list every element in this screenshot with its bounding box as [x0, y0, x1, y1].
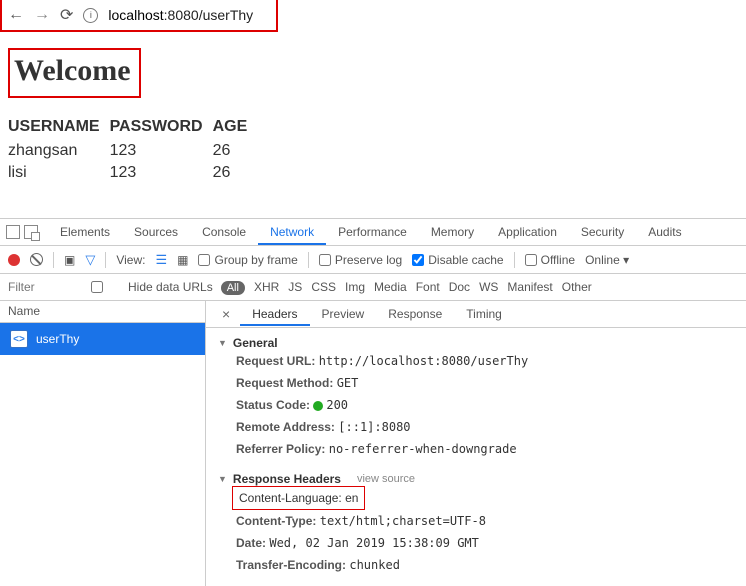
network-filter-bar: Hide data URLs All XHR JS CSS Img Media Font Do… — [0, 274, 746, 301]
header-row: Status Code: 200 — [218, 394, 734, 416]
device-icon[interactable] — [24, 225, 38, 239]
separator — [105, 252, 106, 268]
filter-type-font[interactable]: Font — [416, 280, 440, 294]
tab-audits[interactable]: Audits — [636, 219, 693, 245]
tab-network[interactable]: Network — [258, 219, 326, 245]
offline-checkbox[interactable]: Offline — [525, 253, 575, 267]
details-tab-timing[interactable]: Timing — [454, 302, 514, 326]
tab-elements[interactable]: Elements — [48, 219, 122, 245]
status-dot-icon — [313, 401, 323, 411]
filter-type-img[interactable]: Img — [345, 280, 365, 294]
column-header: PASSWORD — [110, 116, 213, 140]
header-row: Referrer Policy: no-referrer-when-downgr… — [218, 438, 734, 460]
request-list: Name <> userThy — [0, 301, 206, 586]
filter-type-js[interactable]: JS — [288, 280, 302, 294]
url-bar[interactable]: localhost:8080/userThy — [108, 7, 253, 23]
group-by-frame-checkbox[interactable]: Group by frame — [198, 253, 297, 267]
request-row[interactable]: <> userThy — [0, 323, 205, 355]
separator — [514, 252, 515, 268]
tab-memory[interactable]: Memory — [419, 219, 486, 245]
tab-security[interactable]: Security — [569, 219, 636, 245]
filter-type-ws[interactable]: WS — [479, 280, 498, 294]
url-path: :8080/userThy — [164, 7, 254, 23]
disable-cache-checkbox[interactable]: Disable cache — [412, 253, 503, 267]
details-tab-preview[interactable]: Preview — [310, 302, 377, 326]
header-row: Date: Wed, 02 Jan 2019 15:38:09 GMT — [218, 532, 734, 554]
filter-input[interactable] — [8, 280, 62, 294]
filter-type-manifest[interactable]: Manifest — [507, 280, 552, 294]
header-row: Content-Type: text/html;charset=UTF-8 — [218, 510, 734, 532]
network-toolbar: ▣ ▽ View: ☰ ▦ Group by frame Preserve lo… — [0, 246, 746, 274]
page-content: Welcome USERNAMEPASSWORDAGE zhangsan1232… — [0, 32, 746, 192]
filter-type-css[interactable]: CSS — [311, 280, 336, 294]
header-row: Remote Address: [::1]:8080 — [218, 416, 734, 438]
reload-icon[interactable]: ⟳ — [60, 5, 73, 25]
devtools-tabs: ElementsSourcesConsoleNetworkPerformance… — [0, 219, 746, 246]
filter-icon[interactable]: ▽ — [85, 252, 95, 268]
filter-type-other[interactable]: Other — [562, 280, 592, 294]
table-row: zhangsan12326 — [8, 140, 257, 162]
tab-performance[interactable]: Performance — [326, 219, 419, 245]
filter-type-xhr[interactable]: XHR — [254, 280, 279, 294]
details-tabs: × HeadersPreviewResponseTiming — [206, 301, 746, 328]
page-title: Welcome — [14, 54, 131, 88]
separator — [53, 252, 54, 268]
separator — [308, 252, 309, 268]
view-label: View: — [116, 253, 145, 267]
camera-icon[interactable]: ▣ — [64, 253, 75, 267]
column-header: USERNAME — [8, 116, 110, 140]
view-source-link[interactable]: view source — [357, 473, 415, 485]
back-icon[interactable]: ← — [8, 6, 24, 24]
users-table: USERNAMEPASSWORDAGE zhangsan12326lisi123… — [8, 116, 257, 184]
inspect-icon[interactable] — [6, 225, 20, 239]
details-tab-response[interactable]: Response — [376, 302, 454, 326]
request-details: × HeadersPreviewResponseTiming General R… — [206, 301, 746, 586]
url-host: localhost — [108, 7, 163, 23]
general-section[interactable]: General — [218, 336, 734, 350]
header-row: Request Method: GET — [218, 372, 734, 394]
preserve-log-checkbox[interactable]: Preserve log — [319, 253, 402, 267]
request-name: userThy — [36, 332, 79, 346]
browser-toolbar: ← → ⟳ i localhost:8080/userThy — [0, 0, 278, 32]
header-row: Transfer-Encoding: chunked — [218, 554, 734, 576]
devtools-panel: ElementsSourcesConsoleNetworkPerformance… — [0, 218, 746, 586]
tab-console[interactable]: Console — [190, 219, 258, 245]
header-row: Request URL: http://localhost:8080/userT… — [218, 350, 734, 372]
info-icon[interactable]: i — [83, 8, 98, 23]
details-tab-headers[interactable]: Headers — [240, 302, 309, 326]
tab-application[interactable]: Application — [486, 219, 569, 245]
filter-type-doc[interactable]: Doc — [449, 280, 470, 294]
table-row: lisi12326 — [8, 162, 257, 184]
grid-view-icon[interactable]: ▦ — [177, 253, 188, 267]
tab-sources[interactable]: Sources — [122, 219, 190, 245]
clear-icon[interactable] — [30, 253, 43, 266]
forward-icon: → — [34, 6, 50, 24]
header-row: Content-Language: en — [232, 486, 365, 510]
filter-type-all[interactable]: All — [221, 281, 245, 295]
online-select[interactable]: Online ▾ — [585, 253, 629, 267]
record-icon[interactable] — [8, 254, 20, 266]
filter-type-media[interactable]: Media — [374, 280, 407, 294]
column-header: AGE — [213, 116, 258, 140]
name-column-header[interactable]: Name — [0, 301, 205, 323]
document-icon: <> — [10, 330, 28, 348]
welcome-heading-box: Welcome — [8, 48, 141, 98]
close-icon[interactable]: × — [212, 306, 240, 322]
hide-data-urls-checkbox[interactable]: Hide data URLs — [70, 280, 213, 294]
response-headers-section[interactable]: Response Headers view source — [218, 472, 734, 486]
list-view-icon[interactable]: ☰ — [155, 252, 167, 268]
